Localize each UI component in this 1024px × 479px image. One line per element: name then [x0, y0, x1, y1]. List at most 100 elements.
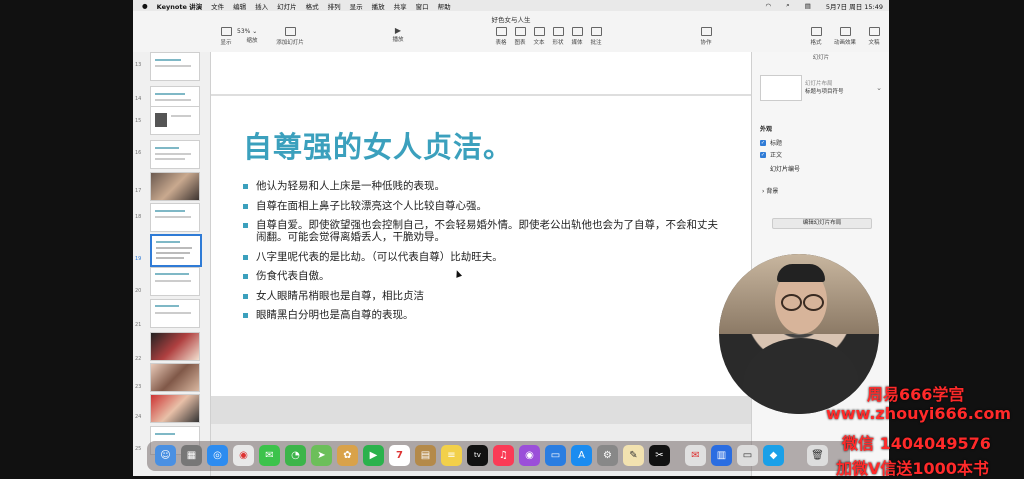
apple-tv-icon[interactable]: tv: [467, 445, 488, 466]
inspector-tab-slide[interactable]: 幻灯片: [752, 53, 889, 61]
edit-layout-button[interactable]: 编辑幻灯片布局: [772, 218, 872, 229]
slide-thumbnail[interactable]: [150, 332, 200, 361]
photos-icon[interactable]: ✿: [337, 445, 358, 466]
menu-edit[interactable]: 编辑: [233, 1, 246, 11]
finder-icon[interactable]: ☺: [155, 445, 176, 466]
facetime-icon[interactable]: ▶: [363, 445, 384, 466]
zoom-label: 缩放: [246, 38, 258, 44]
table-label: 表格: [495, 40, 507, 46]
bullet-item[interactable]: 自尊自爱。即使欲望强也会控制自己，不会轻易婚外情。即使老公出轨他也会为了自尊，不…: [243, 219, 723, 243]
slide-thumbnail[interactable]: [150, 203, 200, 232]
previous-slide-edge: [211, 52, 751, 94]
collaborate-label: 协作: [700, 40, 712, 46]
launchpad-icon[interactable]: ▦: [181, 445, 202, 466]
slide-thumbnail[interactable]: [150, 140, 200, 169]
music-icon[interactable]: ♫: [493, 445, 514, 466]
control-center-icon[interactable]: ▤: [805, 2, 811, 10]
slide-thumbnail[interactable]: [150, 106, 200, 135]
slide-thumbnail[interactable]: [150, 394, 200, 423]
current-slide[interactable]: 自尊强的女人贞洁。 他认为轻易和人上床是一种低贱的表现。 自尊在面相上鼻子比较漂…: [211, 96, 751, 396]
notes-icon[interactable]: ≡: [441, 445, 462, 466]
slide-number: 25: [135, 446, 142, 452]
apple-icon[interactable]: ●: [142, 2, 148, 10]
menu-window[interactable]: 窗口: [416, 1, 429, 11]
search-icon[interactable]: ⌕: [786, 1, 790, 10]
animate-icon: [839, 27, 851, 36]
slide-thumbnail-selected[interactable]: [150, 234, 202, 267]
layout-thumbnail[interactable]: [760, 75, 802, 101]
bullet-item[interactable]: 他认为轻易和人上床是一种低贱的表现。: [243, 180, 723, 192]
add-slide-button[interactable]: 添加幻灯片: [273, 27, 307, 46]
document-title: 好色女与人生: [491, 16, 531, 24]
watermark-wechat: 微信 1404049576: [842, 434, 991, 453]
maps-icon[interactable]: ➤: [311, 445, 332, 466]
app-store-icon[interactable]: A: [571, 445, 592, 466]
slide-thumbnail[interactable]: [150, 363, 200, 392]
mail-icon[interactable]: ✉: [685, 445, 706, 466]
animate-button[interactable]: 动画效果: [830, 27, 860, 46]
slide-thumbnail[interactable]: [150, 52, 200, 81]
preview-icon[interactable]: ✎: [623, 445, 644, 466]
screen-icon[interactable]: ▭: [737, 445, 758, 466]
bullet-item[interactable]: 八字里呢代表的是比劫。（可以代表自尊）比劫旺夫。: [243, 251, 723, 263]
menu-insert[interactable]: 插入: [255, 1, 268, 11]
safari-icon[interactable]: ◎: [207, 445, 228, 466]
slide-number-option[interactable]: 幻灯片编号: [770, 164, 800, 173]
chrome-icon[interactable]: ◉: [233, 445, 254, 466]
document-button[interactable]: 文稿: [861, 27, 887, 46]
menu-play[interactable]: 播放: [372, 1, 385, 11]
slide-number: 16: [135, 150, 142, 156]
messages-icon[interactable]: ✉: [259, 445, 280, 466]
calendar-icon[interactable]: 7: [389, 445, 410, 466]
bullet-list[interactable]: 他认为轻易和人上床是一种低贱的表现。 自尊在面相上鼻子比较漂亮这个人比较自尊心强…: [243, 180, 723, 329]
menu-help[interactable]: 帮助: [438, 1, 451, 11]
contacts-icon[interactable]: ▤: [415, 445, 436, 466]
slide-thumbnail[interactable]: [150, 267, 200, 296]
table-icon: [495, 27, 507, 36]
body-checkbox-label: 正文: [770, 152, 783, 159]
format-button[interactable]: 格式: [803, 27, 829, 46]
docs-icon[interactable]: ▥: [711, 445, 732, 466]
menu-share[interactable]: 共享: [394, 1, 407, 11]
system-settings-icon[interactable]: ⚙: [597, 445, 618, 466]
slide-thumbnail[interactable]: [150, 172, 200, 201]
bullet-item[interactable]: 眼睛黑白分明也是高自尊的表现。: [243, 309, 723, 321]
menu-view[interactable]: 显示: [350, 1, 363, 11]
play-label: 播放: [392, 37, 404, 43]
slide-canvas: 自尊强的女人贞洁。 他认为轻易和人上床是一种低贱的表现。 自尊在面相上鼻子比较漂…: [211, 52, 751, 424]
podcasts-icon[interactable]: ◉: [519, 445, 540, 466]
menu-slide[interactable]: 幻灯片: [277, 1, 297, 11]
chevron-down-icon[interactable]: ⌄: [876, 84, 882, 92]
collaborate-button[interactable]: 协作: [693, 27, 719, 46]
slide-number: 15: [135, 118, 142, 124]
wifi-icon[interactable]: ◠: [765, 2, 771, 10]
layout-selector[interactable]: 幻灯片布局 标题与项目符号: [805, 80, 844, 96]
keynote-icon[interactable]: ▭: [545, 445, 566, 466]
menu-arrange[interactable]: 排列: [328, 1, 341, 11]
menu-datetime[interactable]: 5月7日 周日 15:49: [826, 1, 883, 11]
menu-format[interactable]: 格式: [306, 1, 319, 11]
bullet-item[interactable]: 自尊在面相上鼻子比较漂亮这个人比较自尊心强。: [243, 200, 723, 212]
trash-icon[interactable]: 🗑: [807, 445, 828, 466]
wechat-icon[interactable]: ◔: [285, 445, 306, 466]
zoom-select[interactable]: 53% ⌄: [237, 28, 257, 35]
background-section[interactable]: › 背景: [762, 186, 778, 195]
capcut-icon[interactable]: ✂: [649, 445, 670, 466]
menu-app-name[interactable]: Keynote 讲演: [157, 1, 202, 11]
title-checkbox[interactable]: ✓ 标题: [760, 138, 782, 147]
bullet-item[interactable]: 伤食代表自傲。: [243, 270, 723, 282]
comment-button[interactable]: 批注: [583, 27, 609, 46]
bullet-item[interactable]: 女人眼睛吊梢眼也是自尊，相比贞洁: [243, 290, 723, 302]
play-button[interactable]: ▶ 播放: [385, 27, 411, 44]
slide-title[interactable]: 自尊强的女人贞洁。: [243, 124, 513, 166]
media-icon: [571, 27, 583, 36]
view-button[interactable]: 显示: [213, 27, 239, 46]
body-checkbox[interactable]: ✓ 正文: [760, 150, 782, 159]
menu-file[interactable]: 文件: [211, 1, 224, 11]
format-label: 格式: [810, 40, 822, 46]
document-icon: [868, 27, 880, 36]
slide-number: 23: [135, 384, 142, 390]
video-app-icon[interactable]: ◆: [763, 445, 784, 466]
zoom-button[interactable]: 缩放: [239, 36, 265, 44]
slide-thumbnail[interactable]: [150, 299, 200, 328]
